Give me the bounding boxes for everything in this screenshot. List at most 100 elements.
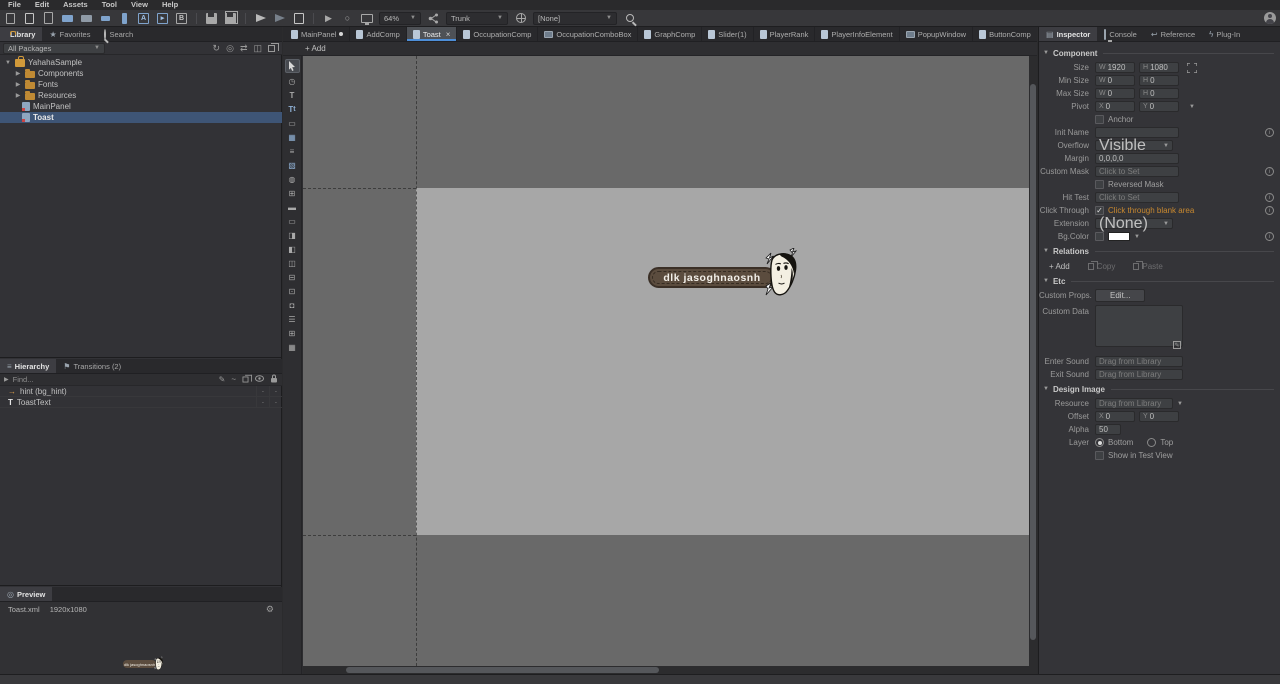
pivot-y-input[interactable] bbox=[1150, 102, 1175, 111]
new-input-icon[interactable] bbox=[118, 12, 131, 25]
size-height-input[interactable] bbox=[1150, 63, 1175, 72]
doc-tab-occupationcombobox[interactable]: OccupationComboBox bbox=[538, 27, 638, 41]
duplicate-icon[interactable] bbox=[243, 377, 249, 383]
hand-tool-icon[interactable]: ◷ bbox=[285, 75, 300, 87]
max-height-input[interactable] bbox=[1150, 89, 1175, 98]
visible-toggle[interactable]: · bbox=[256, 397, 269, 407]
size-width-input[interactable] bbox=[1108, 63, 1131, 72]
search-icon[interactable] bbox=[623, 12, 636, 25]
refresh-icon[interactable]: ↻ bbox=[213, 43, 221, 53]
tab-reference[interactable]: ↩ Reference bbox=[1144, 27, 1202, 41]
toast-mascot-icon[interactable] bbox=[758, 248, 800, 298]
loader-tool-icon[interactable]: ◍ bbox=[285, 173, 300, 185]
group-tool-icon[interactable]: ⊡ bbox=[285, 285, 300, 297]
add-element-button[interactable]: + Add bbox=[305, 44, 326, 53]
info-icon[interactable] bbox=[1265, 206, 1274, 215]
list-tool-icon[interactable]: ≡ bbox=[285, 145, 300, 157]
custom-props-edit-button[interactable]: Edit... bbox=[1095, 289, 1145, 302]
bg-color-checkbox[interactable] bbox=[1095, 232, 1104, 241]
offset-x-field[interactable]: X bbox=[1095, 411, 1135, 422]
info-icon[interactable] bbox=[1265, 167, 1274, 176]
tab-console[interactable]: Console bbox=[1097, 27, 1144, 41]
expand-arrow-icon[interactable]: ▶ bbox=[4, 376, 9, 383]
tree-item-mainpanel[interactable]: MainPanel bbox=[0, 101, 282, 112]
group-view-icon[interactable] bbox=[268, 45, 275, 52]
menu-assets[interactable]: Assets bbox=[57, 0, 94, 10]
expand-arrow-icon[interactable]: ▼ bbox=[4, 60, 12, 66]
button-tool-icon[interactable]: ▬ bbox=[285, 201, 300, 213]
section-collapse-icon[interactable]: ▼ bbox=[1043, 278, 1049, 284]
doc-tab-playerrank[interactable]: PlayerRank bbox=[754, 27, 816, 41]
publish-icon[interactable] bbox=[254, 12, 267, 25]
lock-toggle[interactable]: · bbox=[269, 386, 282, 396]
new-package-icon[interactable] bbox=[4, 12, 17, 25]
resource-dropdown-icon[interactable]: ▼ bbox=[1177, 401, 1183, 407]
hierarchy-item-toasttext[interactable]: T ToastText · · bbox=[0, 397, 282, 408]
hierarchy-item-hint[interactable]: → hint (bg_hint) · · bbox=[0, 386, 282, 397]
visibility-eye-icon[interactable] bbox=[255, 375, 264, 384]
scrollbar-thumb[interactable] bbox=[1030, 84, 1036, 640]
new-file-icon[interactable] bbox=[23, 12, 36, 25]
section-relations[interactable]: ▼ Relations bbox=[1043, 245, 1274, 257]
tree-item-toast[interactable]: Toast bbox=[0, 112, 282, 123]
menu-view[interactable]: View bbox=[125, 0, 154, 10]
tab-hierarchy[interactable]: ≡ Hierarchy bbox=[0, 359, 56, 373]
edit-pencil-icon[interactable]: ✎ bbox=[219, 375, 226, 384]
menu-file[interactable]: File bbox=[2, 0, 27, 10]
extension-select[interactable]: (None) ▼ bbox=[1095, 218, 1173, 229]
canvas-horizontal-scrollbar[interactable] bbox=[303, 666, 1029, 674]
scrollbar-tool-icon[interactable]: ◫ bbox=[285, 257, 300, 269]
new-image-icon[interactable] bbox=[61, 12, 74, 25]
locate-icon[interactable]: ◎ bbox=[226, 43, 234, 53]
offset-x-input[interactable] bbox=[1106, 412, 1131, 421]
new-button-icon[interactable] bbox=[99, 12, 112, 25]
toast-background-element[interactable]: dlk jasoghnaosnh bbox=[648, 267, 776, 288]
richtext-tool-icon[interactable]: Tt bbox=[285, 103, 300, 115]
gear-icon[interactable]: ⚙ bbox=[266, 604, 274, 615]
doc-tab-mainpanel[interactable]: MainPanel bbox=[285, 27, 350, 41]
layer-top-radio[interactable] bbox=[1147, 438, 1156, 447]
publish-all-icon[interactable] bbox=[273, 12, 286, 25]
tab-preview[interactable]: ◎ Preview bbox=[0, 587, 52, 601]
tab-favorites[interactable]: ★ Favorites bbox=[42, 27, 97, 41]
exit-sound-input[interactable] bbox=[1095, 369, 1183, 380]
min-height-input[interactable] bbox=[1150, 76, 1175, 85]
tree-item-yahahasample[interactable]: ▼ YahahaSample bbox=[0, 57, 282, 68]
alpha-input[interactable] bbox=[1095, 424, 1121, 435]
component-tool-icon[interactable]: ⊞ bbox=[285, 187, 300, 199]
doc-tab-graphcomp[interactable]: GraphComp bbox=[638, 27, 702, 41]
scrollbar-thumb[interactable] bbox=[346, 667, 659, 673]
new-label-icon[interactable]: A bbox=[137, 12, 150, 25]
menu-help[interactable]: Help bbox=[156, 0, 184, 10]
section-etc[interactable]: ▼ Etc bbox=[1043, 275, 1274, 287]
pivot-x-input[interactable] bbox=[1106, 102, 1131, 111]
doc-tab-buttoncomp[interactable]: ButtonComp bbox=[973, 27, 1037, 41]
bg-color-swatch[interactable] bbox=[1108, 232, 1130, 241]
test-play-icon[interactable]: ▶ bbox=[322, 12, 335, 25]
menu-tool[interactable]: Tool bbox=[96, 0, 123, 10]
max-width-input[interactable] bbox=[1108, 89, 1131, 98]
enter-sound-input[interactable] bbox=[1095, 356, 1183, 367]
new-graph-icon[interactable] bbox=[80, 12, 93, 25]
max-width-field[interactable]: W bbox=[1095, 88, 1135, 99]
find-label[interactable]: Find... bbox=[13, 375, 34, 384]
tree-tool-icon[interactable]: ☰ bbox=[285, 313, 300, 325]
grid-tool-icon[interactable]: ▦ bbox=[285, 341, 300, 353]
bg-color-dropdown-icon[interactable]: ▼ bbox=[1134, 234, 1140, 240]
export-icon[interactable] bbox=[292, 12, 305, 25]
collapse-arrow-icon[interactable]: ▶ bbox=[14, 81, 22, 88]
size-height-field[interactable]: H bbox=[1139, 62, 1179, 73]
tab-library[interactable]: Library bbox=[0, 27, 42, 41]
text-tool-icon[interactable]: T bbox=[285, 89, 300, 101]
doc-tab-popupwindow[interactable]: PopupWindow bbox=[900, 27, 973, 41]
max-height-field[interactable]: H bbox=[1139, 88, 1179, 99]
relation-paste-button[interactable]: Paste bbox=[1133, 262, 1162, 271]
tree-item-components[interactable]: ▶ Components bbox=[0, 68, 282, 79]
package-filter-select[interactable]: All Packages ▼ bbox=[3, 43, 105, 54]
min-width-input[interactable] bbox=[1108, 76, 1131, 85]
resource-input[interactable] bbox=[1095, 398, 1173, 409]
offset-y-input[interactable] bbox=[1150, 412, 1175, 421]
min-width-field[interactable]: W bbox=[1095, 75, 1135, 86]
curve-icon[interactable]: ~ bbox=[231, 375, 236, 384]
account-avatar-icon[interactable] bbox=[1263, 12, 1276, 25]
